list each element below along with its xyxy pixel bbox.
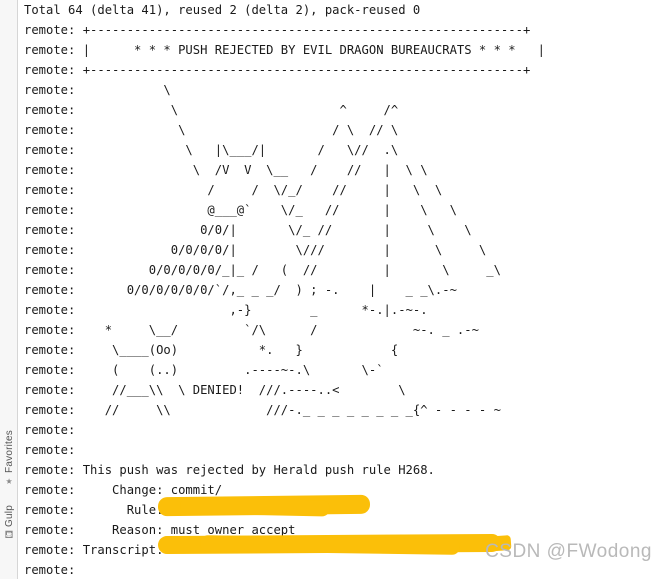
- console-output[interactable]: Total 64 (delta 41), reused 2 (delta 2),…: [24, 0, 658, 579]
- console-line: remote: \ ^ /^: [24, 103, 399, 117]
- sidebar-rail: Favorites ★ Gulp ⛾: [0, 0, 18, 579]
- cup-icon: ⛾: [4, 527, 14, 541]
- console-line-reason: remote: Reason: must owner accept: [24, 523, 296, 537]
- terminal-screenshot: Favorites ★ Gulp ⛾ Total 64 (delta 41), …: [0, 0, 658, 579]
- sidebar-group-gulp-label: Gulp: [3, 505, 15, 527]
- csdn-watermark: CSDN @FWodong: [485, 541, 652, 562]
- console-line: remote: | * * * PUSH REJECTED BY EVIL DR…: [24, 43, 545, 57]
- console-line-rule: remote: Rule:: [24, 503, 164, 517]
- console-line: remote: 0/0/0/0/0/0/`/,_ _ _/ ) ; -. | _…: [24, 283, 457, 297]
- console-line-transcript: remote: Transcript:: [24, 543, 164, 557]
- console-line: remote: \____(Oo) *. } {: [24, 343, 399, 357]
- console-line: remote: //___\\ \ DENIED! ///.----..< \: [24, 383, 406, 397]
- sidebar-group-favorites[interactable]: Favorites ★: [0, 430, 18, 487]
- console-line: remote:: [24, 423, 76, 437]
- console-line: remote: \ /V V \__ / // | \ \: [24, 163, 428, 177]
- console-line: remote: / / \/_/ // | \ \: [24, 183, 443, 197]
- console-line: remote: @___@` \/_ // | \ \: [24, 203, 457, 217]
- console-line-rejection: remote: This push was rejected by Herald…: [24, 463, 435, 477]
- console-line: remote: 0/0/0/0/| \/// | \ \: [24, 243, 487, 257]
- console-line: remote: \ / \ // \: [24, 123, 399, 137]
- console-line: remote: * \__/ `/\ / ~-. _ .-~: [24, 323, 479, 337]
- console-line: remote: // \\ ///-._ _ _ _ _ _ _ _{^ - -…: [24, 403, 501, 417]
- console-line: remote: 0/0/| \/_ // | \ \: [24, 223, 472, 237]
- console-line: Total 64 (delta 41), reused 2 (delta 2),…: [24, 3, 421, 17]
- console-line: remote: 0/0/0/0/0/_|_ / ( // | \ _\: [24, 263, 501, 277]
- console-line: remote: ( (..) .----~-.\ \-`: [24, 363, 384, 377]
- console-line: remote: +-------------------------------…: [24, 23, 531, 37]
- console-line: remote: +-------------------------------…: [24, 63, 531, 77]
- console-line: remote: \ |\___/| / \// .\: [24, 143, 399, 157]
- sidebar-group-gulp[interactable]: Gulp ⛾: [0, 505, 18, 541]
- console-line: remote:: [24, 563, 76, 577]
- sidebar-group-favorites-label: Favorites: [3, 430, 15, 473]
- console-line-change: remote: Change: commit/: [24, 483, 223, 497]
- console-line: remote: ,-} _ *-.|.-~-.: [24, 303, 428, 317]
- star-icon: ★: [5, 473, 13, 487]
- console-line: remote: \: [24, 83, 171, 97]
- console-line: remote:: [24, 443, 76, 457]
